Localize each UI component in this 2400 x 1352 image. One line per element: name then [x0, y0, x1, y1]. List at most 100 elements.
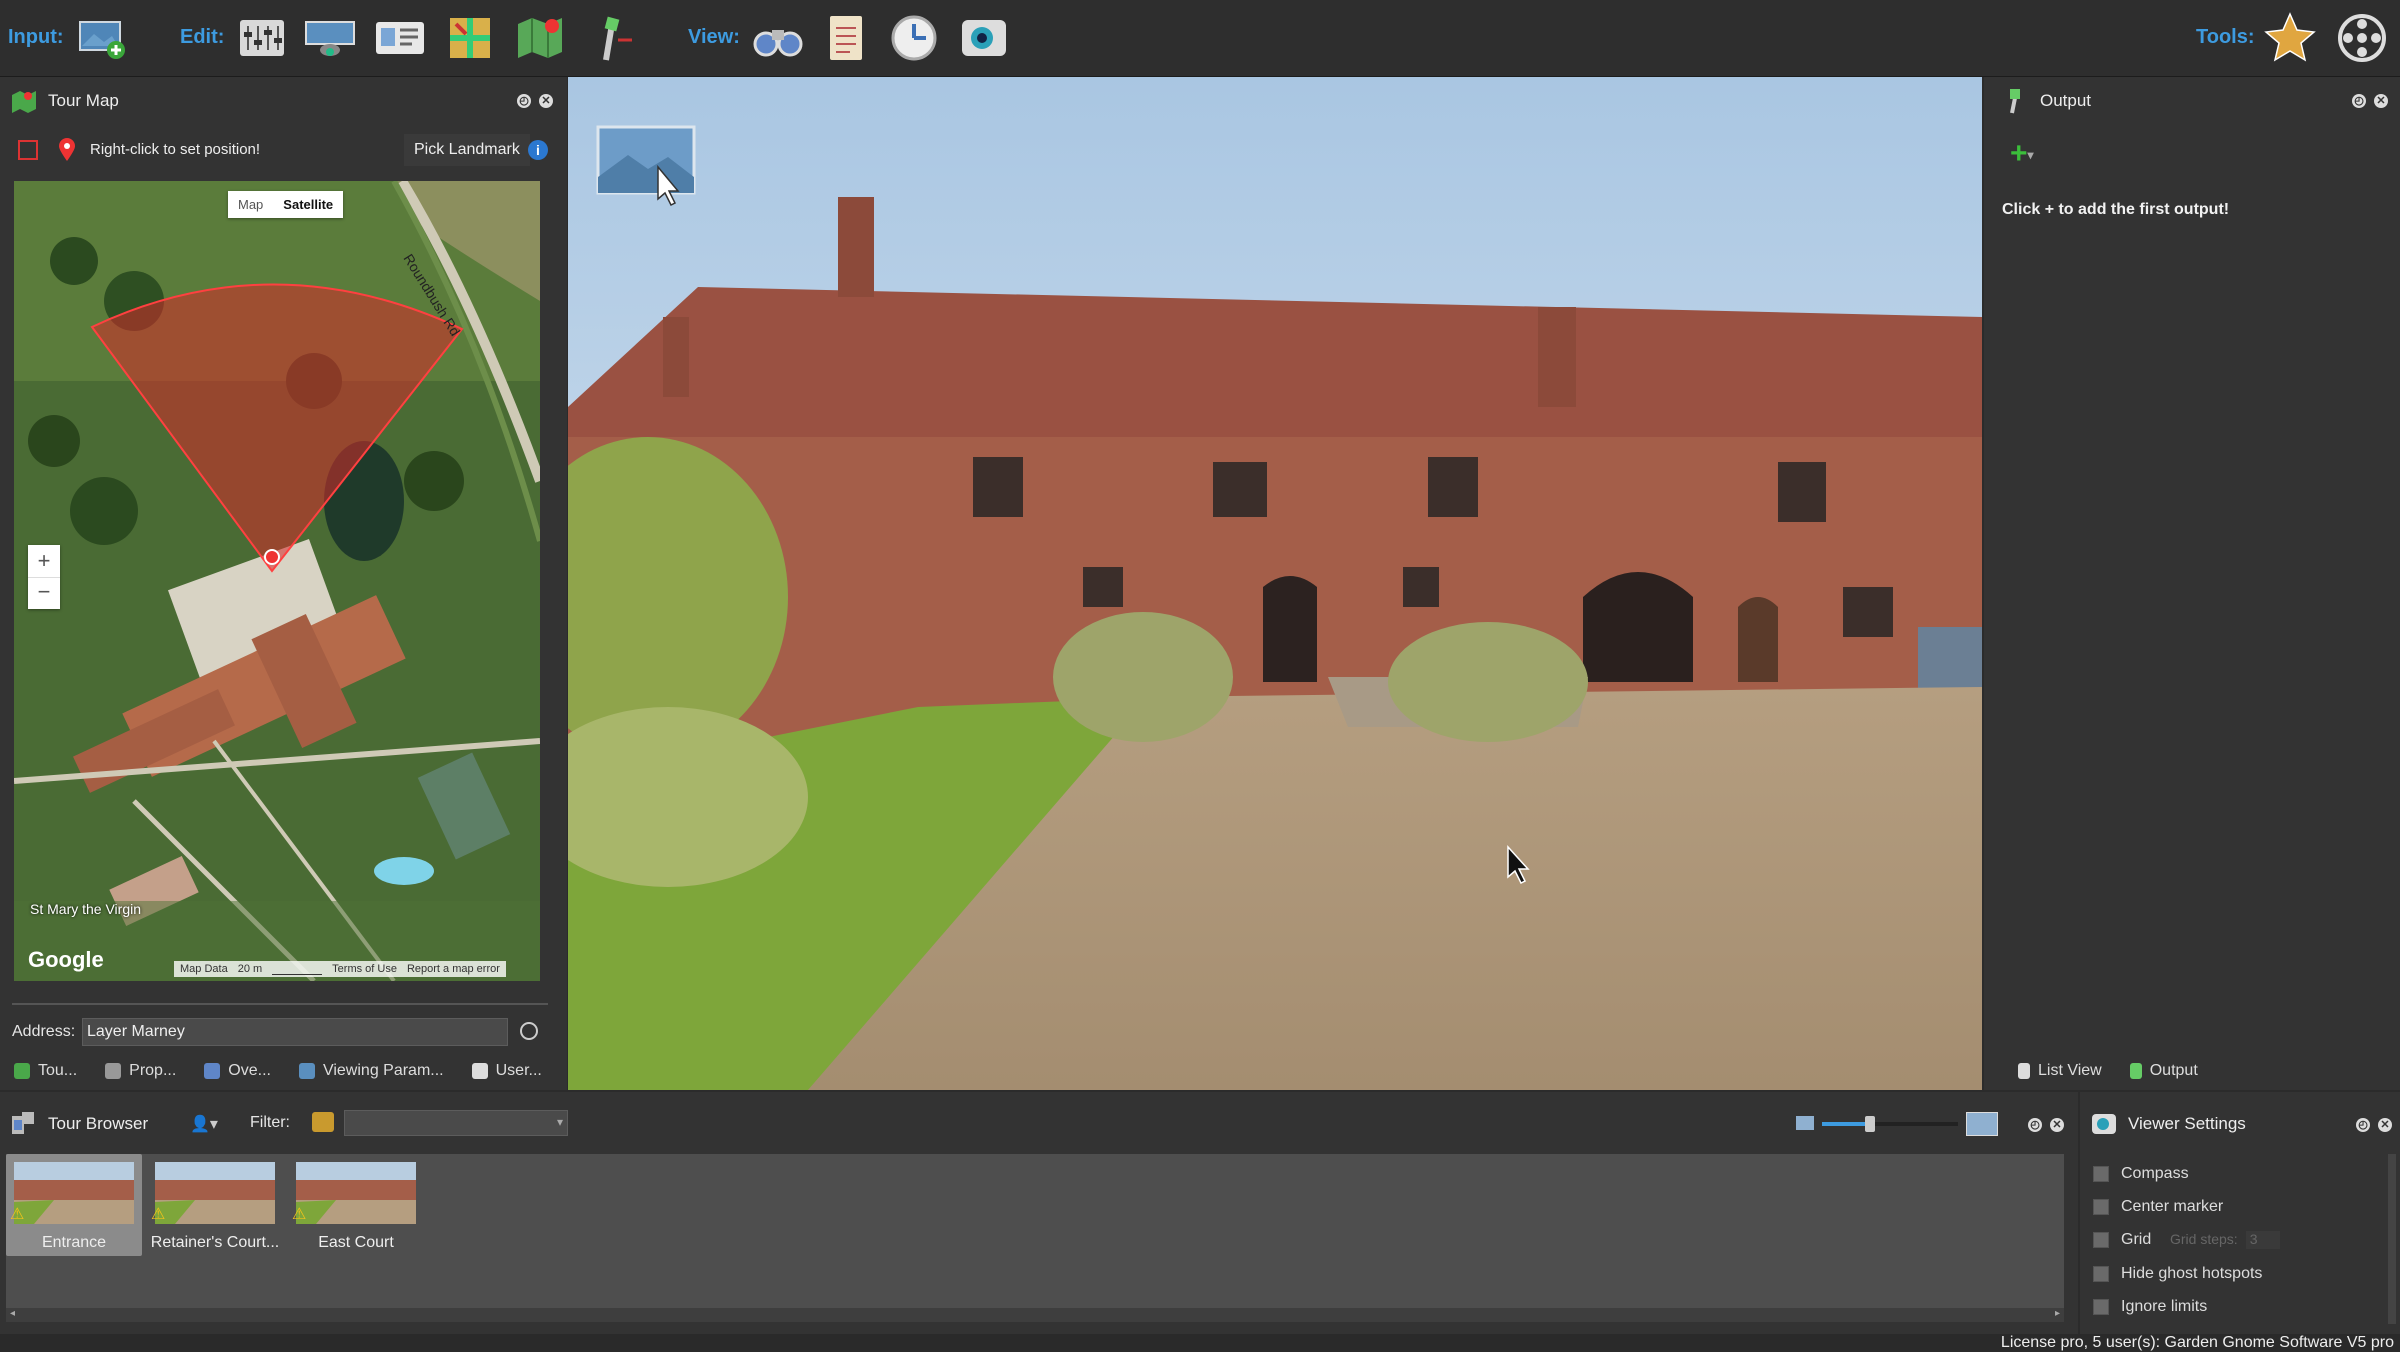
setting-label: Ignore limits: [2121, 1298, 2208, 1315]
pick-landmark-button[interactable]: Pick Landmark: [404, 134, 530, 166]
user-data-tab-icon: [471, 1063, 488, 1079]
binoculars-icon[interactable]: [750, 10, 806, 66]
satellite-map[interactable]: Map Satellite Roundbush Rd + − St Mary t…: [14, 181, 540, 981]
panel-float-icon[interactable]: ◴: [2352, 94, 2366, 108]
tab-output[interactable]: Output: [2116, 1053, 2212, 1089]
zoom-in-button[interactable]: +: [28, 545, 60, 577]
setting-option[interactable]: Grid: [2093, 1231, 2151, 1249]
properties-tab-icon: [105, 1063, 122, 1079]
tab-properties[interactable]: Prop...: [91, 1053, 190, 1089]
filter-input[interactable]: ▾: [344, 1110, 568, 1136]
preview-clock-icon[interactable]: [886, 10, 942, 66]
input-label: Input:: [8, 26, 64, 48]
panel-float-icon[interactable]: ◴: [2356, 1118, 2370, 1132]
tab-viewing-parameters[interactable]: Viewing Param...: [285, 1053, 458, 1089]
checkbox[interactable]: [2093, 1166, 2109, 1182]
main-toolbar: Input: Edit: View: Tools:: [0, 0, 2400, 77]
film-reel-icon[interactable]: [2334, 10, 2390, 66]
panorama-thumbnail[interactable]: ⚠ Retainer's Court...: [147, 1154, 283, 1256]
thumbnail-size-slider[interactable]: [1822, 1116, 1958, 1132]
google-logo: Google: [28, 947, 104, 972]
map-data-link[interactable]: Map Data: [180, 963, 228, 975]
terms-link[interactable]: Terms of Use: [332, 963, 397, 975]
address-field[interactable]: Layer Marney: [82, 1018, 508, 1046]
setting-option[interactable]: Compass: [2093, 1165, 2189, 1183]
checkbox[interactable]: [2093, 1232, 2109, 1248]
info-icon[interactable]: i: [528, 140, 548, 160]
tab-label: Prop...: [129, 1062, 177, 1079]
panorama-thumbnail[interactable]: ⚠ Entrance: [6, 1154, 142, 1256]
list-view-tab-icon: [2018, 1063, 2030, 1079]
setting-option[interactable]: Ignore limits: [2093, 1298, 2207, 1316]
small-thumbnail-icon: [1796, 1116, 1814, 1130]
place-label: St Mary the Virgin: [30, 901, 142, 917]
warning-icon: ⚠: [292, 1206, 307, 1223]
tools-star-icon[interactable]: [2262, 10, 2318, 66]
horizontal-scrollbar[interactable]: ◂ ▸: [6, 1308, 2064, 1322]
checkbox[interactable]: [2093, 1266, 2109, 1282]
panel-float-icon[interactable]: ◴: [2028, 1118, 2042, 1132]
chevron-down-icon: ▾: [2027, 148, 2034, 163]
fit-map-icon[interactable]: [18, 140, 38, 160]
map-pin-icon[interactable]: [58, 138, 76, 162]
close-icon[interactable]: ✕: [539, 94, 553, 108]
eye-viewer-icon[interactable]: [956, 10, 1012, 66]
tab-user-data[interactable]: User...: [458, 1053, 556, 1089]
patch-tool-icon[interactable]: [442, 10, 498, 66]
grid-steps-input[interactable]: 3: [2245, 1231, 2280, 1249]
output-hint-text: Click + to add the first output!: [2002, 201, 2230, 218]
setting-option[interactable]: Center marker: [2093, 1198, 2223, 1216]
locate-address-icon[interactable]: [520, 1022, 538, 1040]
map-type-map-button[interactable]: Map: [228, 191, 273, 218]
satellite-imagery: [14, 181, 540, 981]
panorama-viewer[interactable]: [568, 77, 1982, 1090]
close-icon[interactable]: ✕: [2050, 1118, 2064, 1132]
hotspot-wand-icon[interactable]: [582, 10, 638, 66]
checkbox[interactable]: [2093, 1299, 2109, 1315]
sort-menu-icon[interactable]: 👤▾: [190, 1114, 218, 1134]
thumbnail-image: [296, 1162, 416, 1224]
close-icon[interactable]: ✕: [2374, 94, 2388, 108]
close-icon[interactable]: ✕: [2378, 1118, 2392, 1132]
checkbox[interactable]: [2093, 1199, 2109, 1215]
tour-map-header: Tour Map ◴ ✕: [0, 77, 567, 125]
warning-icon: ⚠: [10, 1206, 25, 1223]
chevron-right-icon[interactable]: ▸: [2055, 1308, 2060, 1319]
tab-label: Ove...: [228, 1062, 271, 1079]
chevron-down-icon[interactable]: ▾: [557, 1115, 563, 1129]
map-scale: 20 m: [237, 963, 263, 975]
chevron-left-icon[interactable]: ◂: [10, 1308, 15, 1319]
tab-list-view[interactable]: List View: [2004, 1053, 2116, 1089]
panel-float-icon[interactable]: ◴: [517, 94, 531, 108]
license-text: License pro, 5 user(s): Garden Gnome Sof…: [2000, 1334, 2394, 1351]
right-panel-tabs: List View Output: [2004, 1053, 2212, 1089]
slider-knob[interactable]: [1864, 1116, 1875, 1132]
add-panorama-icon[interactable]: [74, 10, 130, 66]
report-map-error-link[interactable]: Report a map error: [407, 963, 500, 975]
panorama-thumbnail[interactable]: ⚠ East Court: [288, 1154, 424, 1256]
divider: [12, 1003, 548, 1005]
filter-tag-icon[interactable]: [312, 1112, 334, 1132]
map-hint-text: Right-click to set position!: [90, 141, 261, 158]
scale-bar: [272, 963, 323, 975]
zoom-out-button[interactable]: −: [28, 577, 60, 610]
map-landmark-icon[interactable]: [512, 10, 568, 66]
map-type-satellite-button[interactable]: Satellite: [273, 191, 343, 218]
output-panel: Output ◴ ✕ +▾ Click + to add the first o…: [1984, 77, 2400, 1090]
output-tab-icon: [2129, 1063, 2142, 1079]
user-data-card-icon[interactable]: [372, 10, 428, 66]
notes-icon[interactable]: [818, 10, 874, 66]
map-footer: Map Data 20 m Terms of Use Report a map …: [174, 961, 506, 977]
vertical-scrollbar[interactable]: [2388, 1154, 2396, 1324]
tab-overview[interactable]: Ove...: [190, 1053, 285, 1089]
zoom-control: + −: [28, 545, 60, 609]
add-output-button[interactable]: +▾: [2010, 137, 2034, 171]
setting-label: Grid: [2121, 1231, 2152, 1248]
tab-label: User...: [495, 1062, 542, 1079]
properties-sliders-icon[interactable]: [234, 10, 290, 66]
status-bar: License pro, 5 user(s): Garden Gnome Sof…: [0, 1334, 2400, 1351]
projection-icon[interactable]: [302, 10, 358, 66]
tab-tour-map[interactable]: Tou...: [0, 1053, 91, 1089]
tour-browser-icon: [8, 1108, 38, 1138]
setting-option[interactable]: Hide ghost hotspots: [2093, 1265, 2262, 1283]
